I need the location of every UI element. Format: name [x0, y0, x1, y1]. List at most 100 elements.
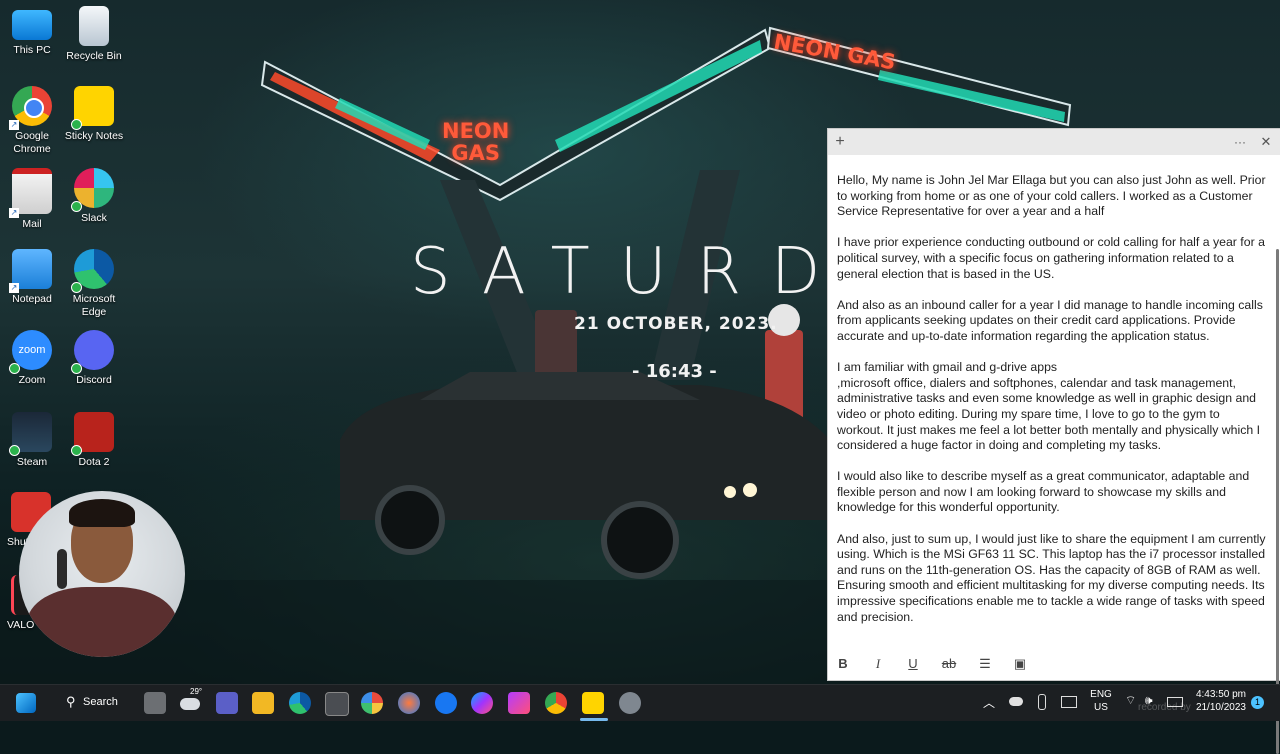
desktop-icon-discord[interactable]: Discord	[62, 330, 126, 387]
desktop-icon-sticky-notes[interactable]: Sticky Notes	[62, 86, 126, 143]
note-paragraph: I would also like to describe myself as …	[837, 469, 1250, 515]
sync-status-icon	[71, 445, 82, 456]
task-view-icon[interactable]	[144, 692, 166, 714]
note-menu-button[interactable]: ···	[1228, 129, 1252, 155]
weather-widget[interactable]: 29°	[178, 687, 208, 717]
desktop-icon-label: Mail	[22, 218, 42, 230]
notepad-icon: ↗	[9, 249, 52, 293]
sync-status-icon	[71, 201, 82, 212]
sticky-note-window[interactable]: + ··· ✕ Hello, My name is John Jel Mar E…	[827, 128, 1280, 754]
new-note-button[interactable]: +	[828, 129, 852, 155]
system-clock[interactable]: 4:43:50 pm 21/10/2023	[1186, 688, 1246, 714]
desktop-icon-dota2[interactable]: Dota 2	[62, 412, 126, 469]
search-icon: ⚲	[66, 694, 76, 709]
discord-icon	[71, 330, 114, 374]
droplet-app-icon[interactable]	[398, 692, 420, 714]
underline-button[interactable]: U	[903, 654, 923, 674]
neon-sign-left-line1: NEON	[442, 119, 510, 143]
note-paragraph: I have prior experience conducting outbo…	[837, 235, 1265, 281]
messenger-icon[interactable]	[471, 692, 493, 714]
neon-sign-left: NEON GAS	[442, 120, 509, 164]
chrome-icon: ↗	[9, 86, 52, 130]
language-line2: US	[1094, 702, 1108, 713]
desktop-icon-steam[interactable]: Steam	[0, 412, 64, 469]
strikethrough-button[interactable]: ab	[939, 654, 959, 674]
edge-icon	[71, 249, 114, 293]
notification-badge[interactable]: 1	[1251, 696, 1264, 709]
taskbar: ⚲ Search 29° ︿ ENG US ⌔ 🕪 4:43:50 pm 21/…	[0, 684, 1280, 721]
settings-gear-icon[interactable]	[619, 692, 641, 714]
teams-chat-icon[interactable]	[216, 692, 238, 714]
dota2-icon	[71, 412, 114, 456]
desktop-icon-edge[interactable]: Microsoft Edge	[62, 249, 126, 319]
desktop-icon-label: Sticky Notes	[64, 130, 124, 142]
mail-icon: ↗	[9, 168, 52, 218]
close-note-button[interactable]: ✕	[1254, 129, 1278, 155]
search-label: Search	[83, 696, 118, 708]
headset-mic-icon	[57, 549, 67, 589]
store-icon[interactable]	[325, 692, 349, 716]
note-format-toolbar: B I U ab ☰ ▣	[828, 648, 1280, 680]
chrome-taskbar-icon[interactable]	[545, 692, 567, 714]
slack-icon	[71, 168, 114, 212]
microphone-icon[interactable]	[1038, 694, 1046, 710]
sync-status-icon	[71, 282, 82, 293]
desktop-icon-label: Google Chrome	[13, 130, 51, 155]
desktop-icon-label: Discord	[76, 374, 112, 386]
desktop-icon-recycle-bin[interactable]: Recycle Bin	[62, 6, 126, 63]
desktop-icon-slack[interactable]: Slack	[62, 168, 126, 225]
device-icon[interactable]	[1061, 696, 1077, 708]
desktop-icon-mail[interactable]: ↗ Mail	[0, 168, 64, 231]
file-explorer-icon[interactable]	[252, 692, 274, 714]
facebook-icon[interactable]	[435, 692, 457, 714]
bullet-list-button[interactable]: ☰	[975, 654, 995, 674]
recycle-bin-icon	[79, 6, 109, 46]
desktop-icon-this-pc[interactable]: This PC	[0, 6, 64, 57]
desktop-icon-label: Dota 2	[78, 456, 110, 468]
desktop-icon-zoom[interactable]: zoom Zoom	[0, 330, 64, 387]
webcam-person-body	[27, 587, 177, 657]
neon-sign-left-line2: GAS	[451, 141, 500, 165]
italic-button[interactable]: I	[868, 654, 888, 674]
shortcut-arrow-icon: ↗	[9, 208, 19, 218]
instagram-icon[interactable]	[508, 692, 530, 714]
sticky-note-text-area[interactable]: Hello, My name is John Jel Mar Ellaga bu…	[837, 173, 1267, 641]
desktop-icon-label: Notepad	[12, 293, 52, 305]
add-image-button[interactable]: ▣	[1010, 654, 1030, 674]
language-indicator[interactable]: ENG US	[1086, 688, 1116, 714]
note-paragraph: And also as an inbound caller for a year…	[837, 297, 1263, 343]
steam-icon	[9, 412, 52, 456]
desktop-icon-notepad[interactable]: ↗ Notepad	[0, 249, 64, 306]
note-paragraph: Hello, My name is John Jel Mar Ellaga bu…	[837, 173, 1266, 219]
taskbar-search[interactable]: ⚲ Search	[58, 691, 126, 715]
this-pc-icon	[12, 10, 52, 40]
language-line1: ENG	[1090, 689, 1112, 700]
desktop-icon-label: Zoom	[18, 374, 46, 386]
sync-status-icon	[9, 363, 20, 374]
desktop-icon-label: Steam	[16, 456, 48, 468]
chevron-up-icon[interactable]: ︿	[983, 694, 995, 711]
desktop-icon-chrome[interactable]: ↗ Google Chrome	[0, 86, 64, 156]
webcam-overlay	[19, 491, 185, 657]
weather-temp: 29°	[190, 687, 203, 696]
desktop-icon-label: Microsoft Edge	[72, 293, 116, 318]
webcam-person-hair	[69, 499, 135, 527]
desktop-icon-label: Slack	[81, 212, 107, 224]
wifi-icon[interactable]: ⌔	[1125, 693, 1136, 708]
onedrive-cloud-icon[interactable]	[1009, 697, 1023, 706]
sync-status-icon	[71, 363, 82, 374]
sticky-note-titlebar[interactable]: + ··· ✕	[828, 129, 1280, 155]
start-windows-icon[interactable]	[16, 693, 36, 713]
sticky-notes-taskbar-icon[interactable]	[582, 692, 604, 714]
sync-status-icon	[9, 445, 20, 456]
photos-icon[interactable]	[361, 692, 383, 714]
bold-button[interactable]: B	[833, 654, 853, 674]
recorder-watermark: recorded by	[1138, 702, 1191, 713]
cloud-icon	[180, 698, 200, 710]
wallpaper-time: - 16:43 -	[632, 361, 717, 382]
desktop-icon-label: Recycle Bin	[66, 50, 122, 62]
shortcut-arrow-icon: ↗	[9, 120, 19, 130]
desktop-icon-label: This PC	[13, 44, 51, 56]
clock-time: 4:43:50 pm	[1195, 689, 1246, 700]
edge-taskbar-icon[interactable]	[289, 692, 311, 714]
